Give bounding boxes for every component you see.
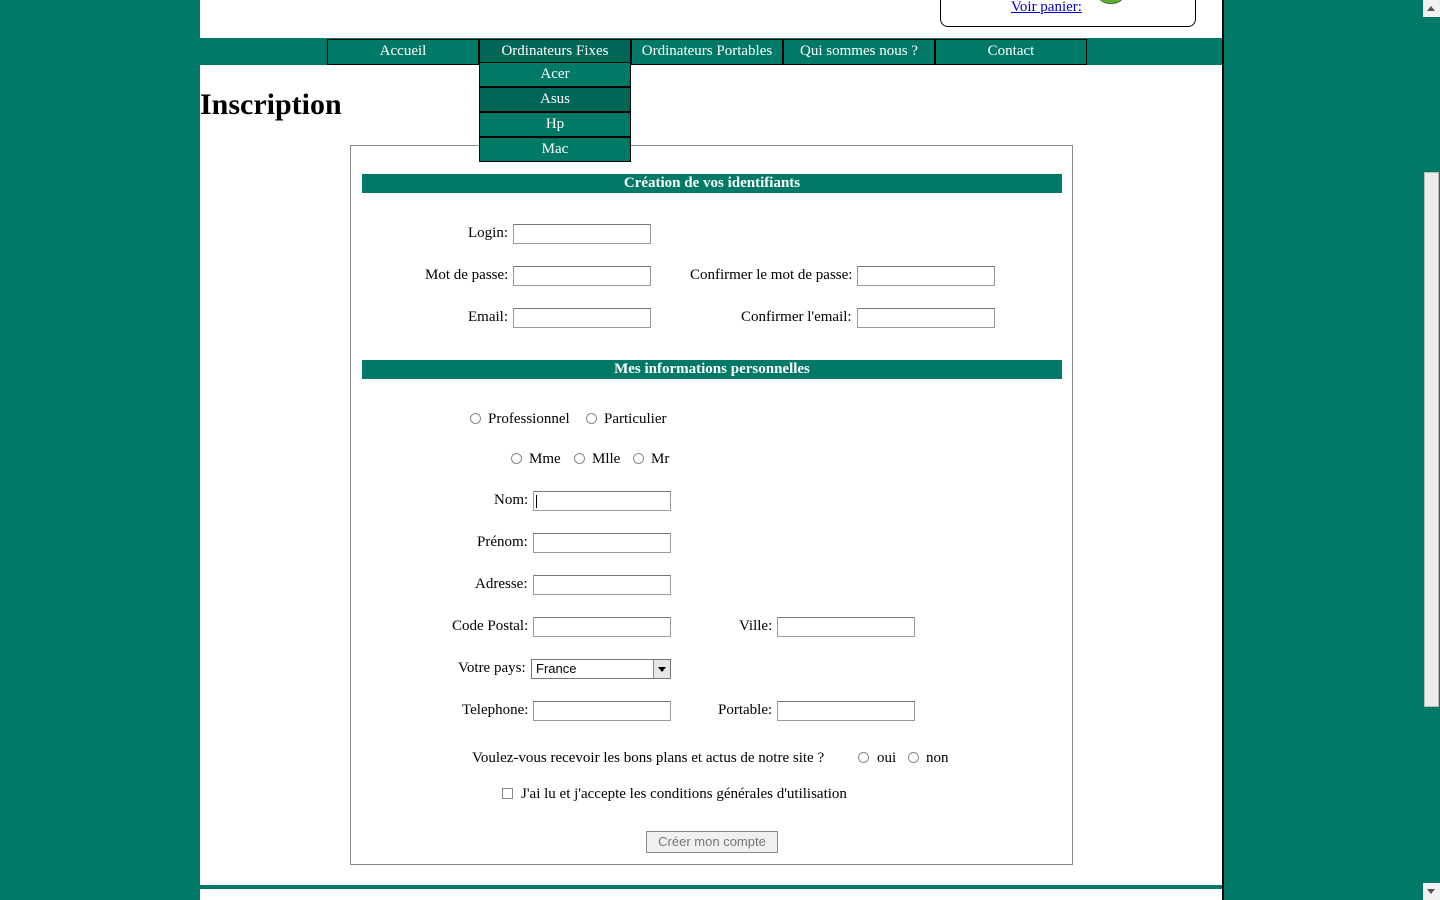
nom-label: Nom: <box>494 492 529 508</box>
vertical-scrollbar[interactable] <box>1423 0 1440 900</box>
nom-input[interactable] <box>533 491 671 511</box>
email-label: Email: <box>468 309 508 325</box>
page-title: Inscription <box>200 88 342 121</box>
prenom-input[interactable] <box>533 533 671 553</box>
nav-bar: Accueil Ordinateurs Fixes Ordinateurs Po… <box>200 38 1222 65</box>
radio-label-mr: Mr <box>651 451 670 467</box>
radio-professionnel[interactable] <box>470 413 481 424</box>
submenu-ordinateurs-fixes: Acer Asus Hp Mac <box>479 62 631 162</box>
pays-select-value: France <box>536 661 577 676</box>
radio-newsletter-oui[interactable] <box>858 752 869 763</box>
scrollbar-thumb[interactable] <box>1424 172 1439 707</box>
text-cursor <box>536 495 537 508</box>
email-input[interactable] <box>513 308 651 328</box>
portable-label: Portable: <box>718 702 773 718</box>
confirm-email-label: Confirmer l'email: <box>741 309 852 325</box>
pays-label: Votre pays: <box>458 660 526 676</box>
radio-label-mlle: Mlle <box>592 451 621 467</box>
submenu-item-acer[interactable]: Acer <box>479 62 631 87</box>
password-label: Mot de passe: <box>425 267 509 283</box>
radio-newsletter-non[interactable] <box>908 752 919 763</box>
code-postal-label: Code Postal: <box>452 618 529 634</box>
confirm-password-label: Confirmer le mot de passe: <box>690 267 853 283</box>
adresse-label: Adresse: <box>475 576 528 592</box>
radio-label-mme: Mme <box>529 451 561 467</box>
footer-bar <box>200 885 1222 889</box>
telephone-input[interactable] <box>533 701 671 721</box>
nav-item-qui-sommes-nous[interactable]: Qui sommes nous ? <box>783 39 935 65</box>
cart-link[interactable]: Voir panier: <box>1011 0 1082 16</box>
radio-label-oui: oui <box>877 750 897 766</box>
code-postal-input[interactable] <box>533 617 671 637</box>
telephone-label: Telephone: <box>462 702 529 718</box>
submenu-item-hp[interactable]: Hp <box>479 112 631 137</box>
radio-mlle[interactable] <box>574 453 585 464</box>
chevron-down-icon[interactable] <box>653 660 670 678</box>
radio-label-particulier: Particulier <box>604 411 667 427</box>
newsletter-question: Voulez-vous recevoir les bons plans et a… <box>472 750 825 766</box>
cgu-checkbox[interactable] <box>502 788 513 799</box>
radio-mr[interactable] <box>633 453 644 464</box>
submenu-item-asus[interactable]: Asus <box>479 87 631 112</box>
scroll-down-icon[interactable] <box>1423 883 1440 900</box>
password-input[interactable] <box>513 266 651 286</box>
registration-form: Création de vos identifiants Login: Mot … <box>350 145 1073 865</box>
confirm-email-input[interactable] <box>857 308 995 328</box>
pays-select[interactable]: France <box>531 659 671 679</box>
nav-item-contact[interactable]: Contact <box>935 39 1087 65</box>
cart-icon[interactable] <box>1095 0 1127 4</box>
portable-input[interactable] <box>777 701 915 721</box>
submenu-item-mac[interactable]: Mac <box>479 137 631 162</box>
ville-label: Ville: <box>739 618 773 634</box>
scroll-up-icon[interactable] <box>1423 0 1440 17</box>
login-input[interactable] <box>513 224 651 244</box>
cgu-label: J'ai lu et j'accepte les conditions géné… <box>521 786 847 802</box>
section-header-infos-personnelles: Mes informations personnelles <box>362 360 1062 379</box>
radio-mme[interactable] <box>511 453 522 464</box>
create-account-button[interactable]: Créer mon compte <box>646 831 778 853</box>
radio-label-non: non <box>926 750 949 766</box>
radio-particulier[interactable] <box>586 413 597 424</box>
ville-input[interactable] <box>777 617 915 637</box>
adresse-input[interactable] <box>533 575 671 595</box>
prenom-label: Prénom: <box>477 534 528 550</box>
nav-item-accueil[interactable]: Accueil <box>327 39 479 65</box>
nav-item-ordinateurs-portables[interactable]: Ordinateurs Portables <box>631 39 783 65</box>
login-label: Login: <box>468 225 508 241</box>
confirm-password-input[interactable] <box>857 266 995 286</box>
scrollbar-track[interactable] <box>1423 17 1440 883</box>
section-header-identifiants: Création de vos identifiants <box>362 174 1062 193</box>
page-container: Voir panier: Accueil Ordinateurs Fixes O… <box>200 0 1224 900</box>
radio-label-professionnel: Professionnel <box>488 411 570 427</box>
cart-box: Voir panier: <box>940 0 1196 27</box>
